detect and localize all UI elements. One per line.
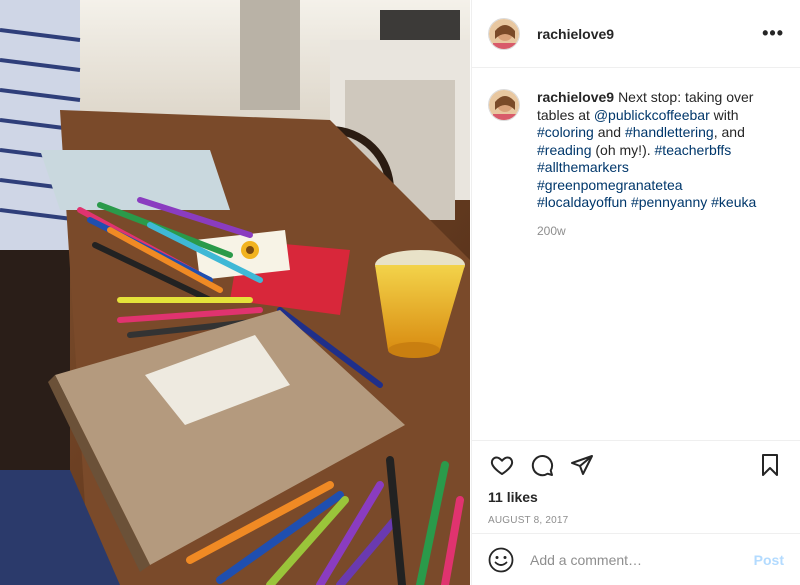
hashtag-link[interactable]: #coloring <box>537 124 594 140</box>
comment-icon[interactable] <box>528 451 556 479</box>
caption-text-segment: and <box>593 124 625 140</box>
caption-text-segment: , and <box>713 124 745 140</box>
caption-text-segment: with <box>709 106 739 123</box>
avatar[interactable] <box>488 17 520 50</box>
action-bar <box>488 441 784 489</box>
hashtag-link[interactable]: #keuka <box>711 194 756 210</box>
hashtag-link[interactable]: #reading <box>537 142 592 158</box>
post-photo[interactable] <box>0 0 470 585</box>
bookmark-icon[interactable] <box>756 451 784 479</box>
emoji-icon[interactable] <box>488 547 514 573</box>
hashtag-link[interactable]: #pennyanny <box>631 194 707 210</box>
heart-icon[interactable] <box>488 451 516 479</box>
caption-text-segment: (oh my!). <box>591 141 655 158</box>
caption-time[interactable]: 200w <box>537 224 784 238</box>
post-button[interactable]: Post <box>754 552 784 568</box>
post-actions: 11 likes August 8, 2017 <box>472 440 800 526</box>
share-icon[interactable] <box>568 451 596 479</box>
more-options-icon[interactable]: ••• <box>762 23 784 44</box>
post-date[interactable]: August 8, 2017 <box>488 515 784 526</box>
post-header: rachielove9 ••• <box>472 0 800 68</box>
hashtag-link[interactable]: #handlettering <box>625 124 714 140</box>
hashtag-link[interactable]: #localdayoffun <box>537 194 627 210</box>
comments-area: rachielove9 Next stop: taking over tables… <box>472 69 800 439</box>
header-username[interactable]: rachielove9 <box>537 26 614 42</box>
hashtag-link[interactable]: #allthemarkers <box>537 159 629 175</box>
hashtag-link[interactable]: #greenpomegranatetea <box>537 177 683 193</box>
caption: rachielove9 Next stop: taking over tables… <box>488 89 784 212</box>
post-sidebar: rachielove9 ••• rachielove9 Next stop: ta… <box>471 0 800 585</box>
caption-text: rachielove9 Next stop: taking over tables… <box>537 89 763 212</box>
caption-avatar[interactable] <box>488 89 520 121</box>
hashtag-link[interactable]: #teacherbffs <box>655 142 732 158</box>
caption-body: Next stop: taking over tables at @public… <box>537 89 756 210</box>
comment-input[interactable] <box>530 551 754 568</box>
caption-username[interactable]: rachielove9 <box>537 89 614 105</box>
coloring-table-photo <box>0 0 470 585</box>
add-comment-bar: Post <box>472 533 800 585</box>
likes-count[interactable]: 11 likes <box>488 489 784 505</box>
mention-link[interactable]: @publickcoffeebar <box>594 107 710 123</box>
